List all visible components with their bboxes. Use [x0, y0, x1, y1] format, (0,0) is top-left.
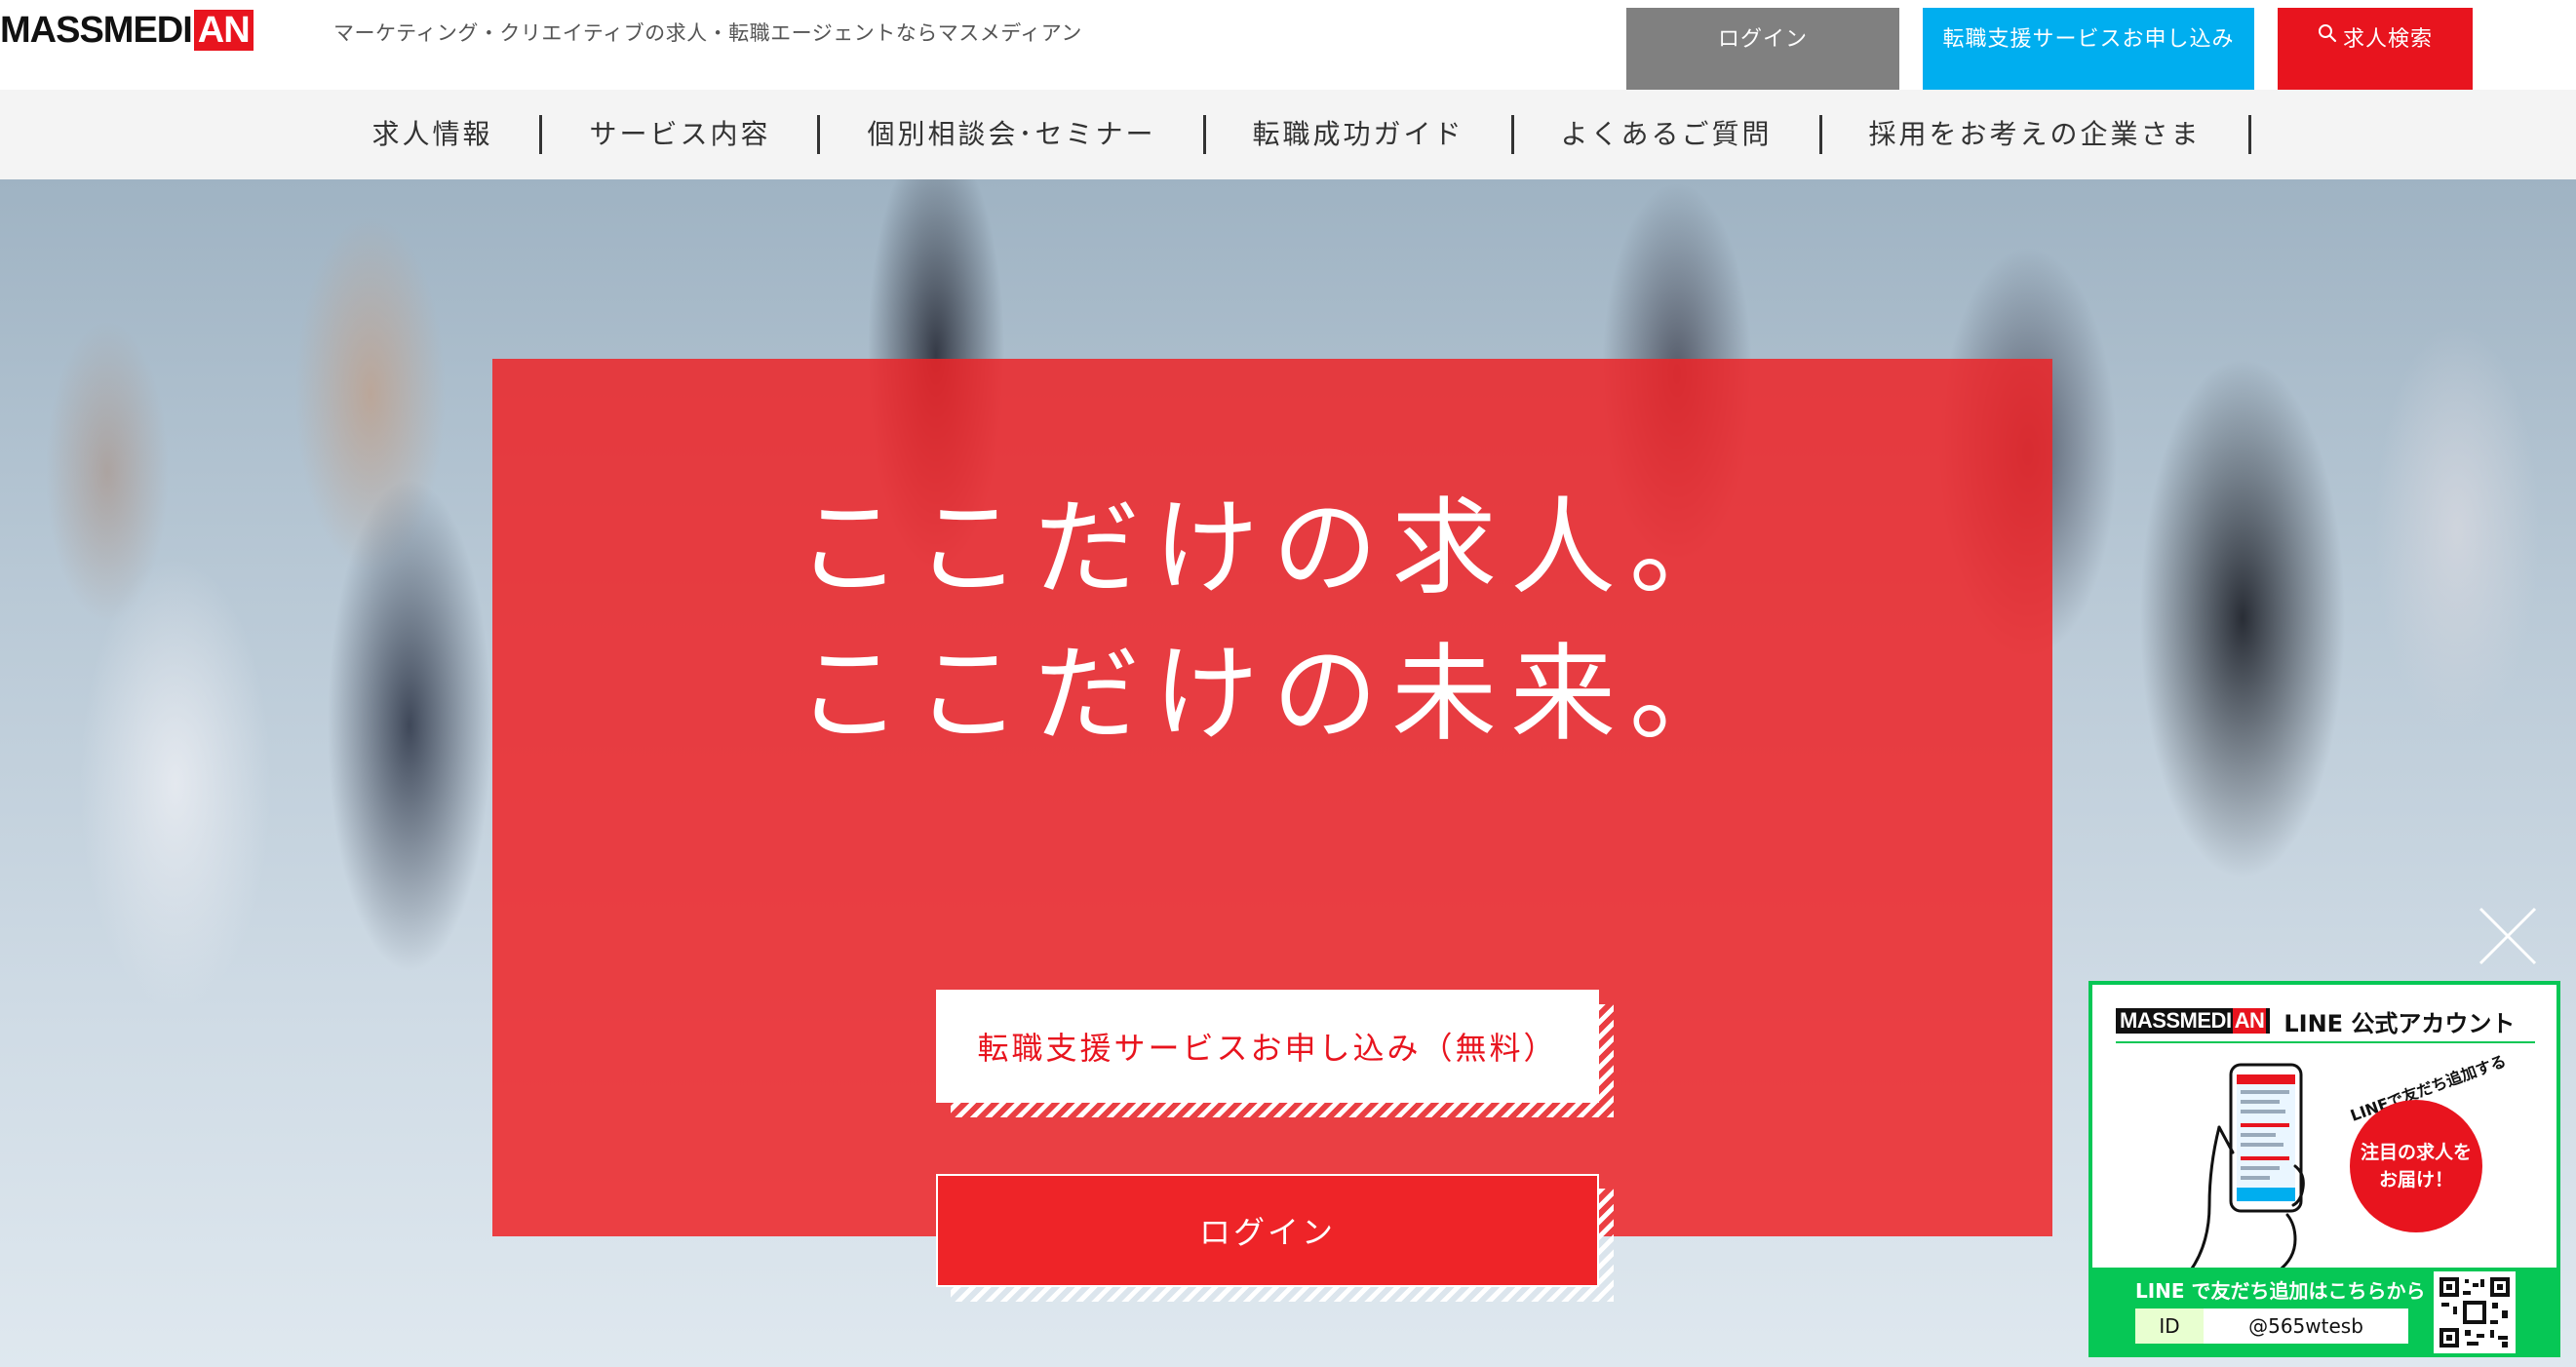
line-widget-badge-line2: お届け！	[2378, 1169, 2453, 1191]
hero-login-label: ログイン	[1198, 1214, 1336, 1251]
site-tagline: マーケティング・クリエイティブの求人・転職エージェントならマスメディアン	[333, 21, 1082, 45]
global-nav: 求人情報 サービス内容 個別相談会･セミナー 転職成功ガイド よくあるご質問 採…	[0, 90, 2576, 179]
line-widget-title: LINE 公式アカウント	[2283, 1009, 2516, 1037]
line-qr-code[interactable]	[2434, 1271, 2516, 1353]
nav-item-for-companies[interactable]: 採用をお考えの企業さま	[1822, 115, 2251, 154]
line-widget-logo-main: MASSMEDI	[2120, 1008, 2232, 1033]
hero-apply-label: 転職支援サービスお申し込み（無料）	[977, 1030, 1558, 1067]
nav-item-consultation-seminar[interactable]: 個別相談会･セミナー	[820, 115, 1206, 154]
site-header: MASSMEDI AN マーケティング・クリエイティブの求人・転職エージェントな…	[0, 0, 2576, 90]
line-widget-logo: MASSMEDI AN	[2116, 1008, 2271, 1034]
search-icon	[2318, 24, 2337, 43]
hero-title: ここだけの求人。 ここだけの未来。	[492, 476, 2052, 768]
header-apply-button[interactable]: 転職支援サービスお申し込み	[1923, 8, 2254, 90]
line-widget-header: MASSMEDI AN LINE 公式アカウント	[2116, 1004, 2535, 1037]
line-widget-cta-text: LINE で友だち追加はこちらから	[2135, 1279, 2426, 1303]
line-widget-badge: 注目の求人を お届け！	[2350, 1100, 2482, 1232]
line-widget-badge-line1: 注目の求人を	[2360, 1142, 2472, 1163]
logo-text-main: MASSMEDI	[0, 10, 193, 51]
close-icon	[2478, 907, 2537, 965]
nav-item-success-guide[interactable]: 転職成功ガイド	[1206, 115, 1514, 154]
header-login-label: ログイン	[1717, 27, 1808, 52]
nav-item-faq[interactable]: よくあるご質問	[1514, 115, 1822, 154]
hero-login-button[interactable]: ログイン	[936, 1174, 1599, 1287]
line-widget-logo-accent: AN	[2232, 1008, 2267, 1034]
nav-item-jobs[interactable]: 求人情報	[325, 115, 543, 154]
logo-text-accent: AN	[193, 10, 254, 51]
header-apply-label: 転職支援サービスお申し込み	[1942, 27, 2235, 52]
line-widget-footer: LINE で友だち追加はこちらから ID @565wtesb	[2092, 1268, 2556, 1353]
line-widget-id-value: @565wtesb	[2204, 1308, 2408, 1344]
line-widget-id-label: ID	[2135, 1308, 2204, 1344]
nav-item-services[interactable]: サービス内容	[542, 115, 821, 154]
qr-code-icon	[2439, 1277, 2510, 1347]
header-login-button[interactable]: ログイン	[1626, 8, 1899, 90]
line-widget-divider	[2116, 1041, 2535, 1043]
line-widget-close-button[interactable]	[2477, 905, 2539, 967]
header-job-search-button[interactable]: 求人検索	[2278, 8, 2473, 90]
header-job-search-label: 求人検索	[2342, 27, 2433, 52]
hero-panel: ここだけの求人。 ここだけの未来。 転職支援サービスお申し込み（無料） ログイン	[492, 359, 2052, 1302]
hero-title-line2: ここだけの未来。	[796, 634, 1748, 756]
hero-apply-button[interactable]: 転職支援サービスお申し込み（無料）	[936, 990, 1599, 1103]
line-official-account-widget[interactable]: MASSMEDI AN LINE 公式アカウント LINEで友だち追加すると 注…	[2088, 981, 2560, 1357]
hand-phone-icon	[2188, 1063, 2305, 1273]
site-logo[interactable]: MASSMEDI AN	[0, 10, 285, 51]
hero-title-line1: ここだけの求人。	[796, 488, 1748, 609]
